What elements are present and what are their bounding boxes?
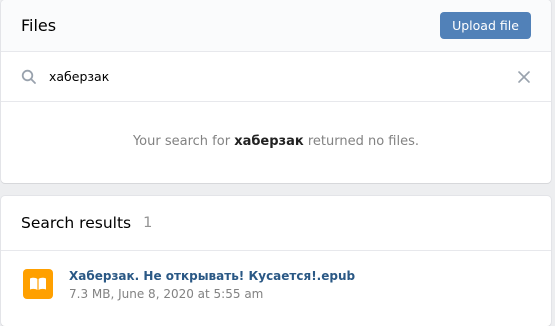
search-icon bbox=[21, 69, 37, 85]
upload-file-button[interactable]: Upload file bbox=[440, 12, 531, 39]
empty-message-prefix: Your search for bbox=[132, 134, 231, 149]
results-title: Search results bbox=[21, 214, 132, 232]
search-input[interactable] bbox=[49, 69, 517, 84]
list-item[interactable]: Хаберзак. Не открывать! Кусается!.epub 7… bbox=[1, 251, 551, 302]
empty-message-query: хаберзак bbox=[234, 134, 304, 149]
files-title: Files bbox=[21, 16, 57, 35]
empty-message-suffix: returned no files. bbox=[307, 134, 420, 149]
files-card: Files Upload file Your search for хаберз… bbox=[1, 0, 551, 183]
book-icon bbox=[23, 269, 53, 299]
results-count: 1 bbox=[143, 215, 153, 231]
results-header: Search results 1 bbox=[1, 196, 551, 251]
search-results-card: Search results 1 Хаберзак. Не открывать!… bbox=[1, 196, 551, 326]
empty-search-message: Your search for хаберзак returned no fil… bbox=[1, 102, 551, 149]
file-name-link[interactable]: Хаберзак. Не открывать! Кусается!.epub bbox=[69, 268, 355, 284]
search-bar bbox=[1, 52, 551, 102]
close-icon[interactable] bbox=[517, 70, 531, 84]
file-meta: 7.3 MB, June 8, 2020 at 5:55 am bbox=[69, 287, 264, 301]
file-info: Хаберзак. Не открывать! Кусается!.epub 7… bbox=[69, 268, 355, 302]
files-header: Files Upload file bbox=[1, 0, 551, 52]
